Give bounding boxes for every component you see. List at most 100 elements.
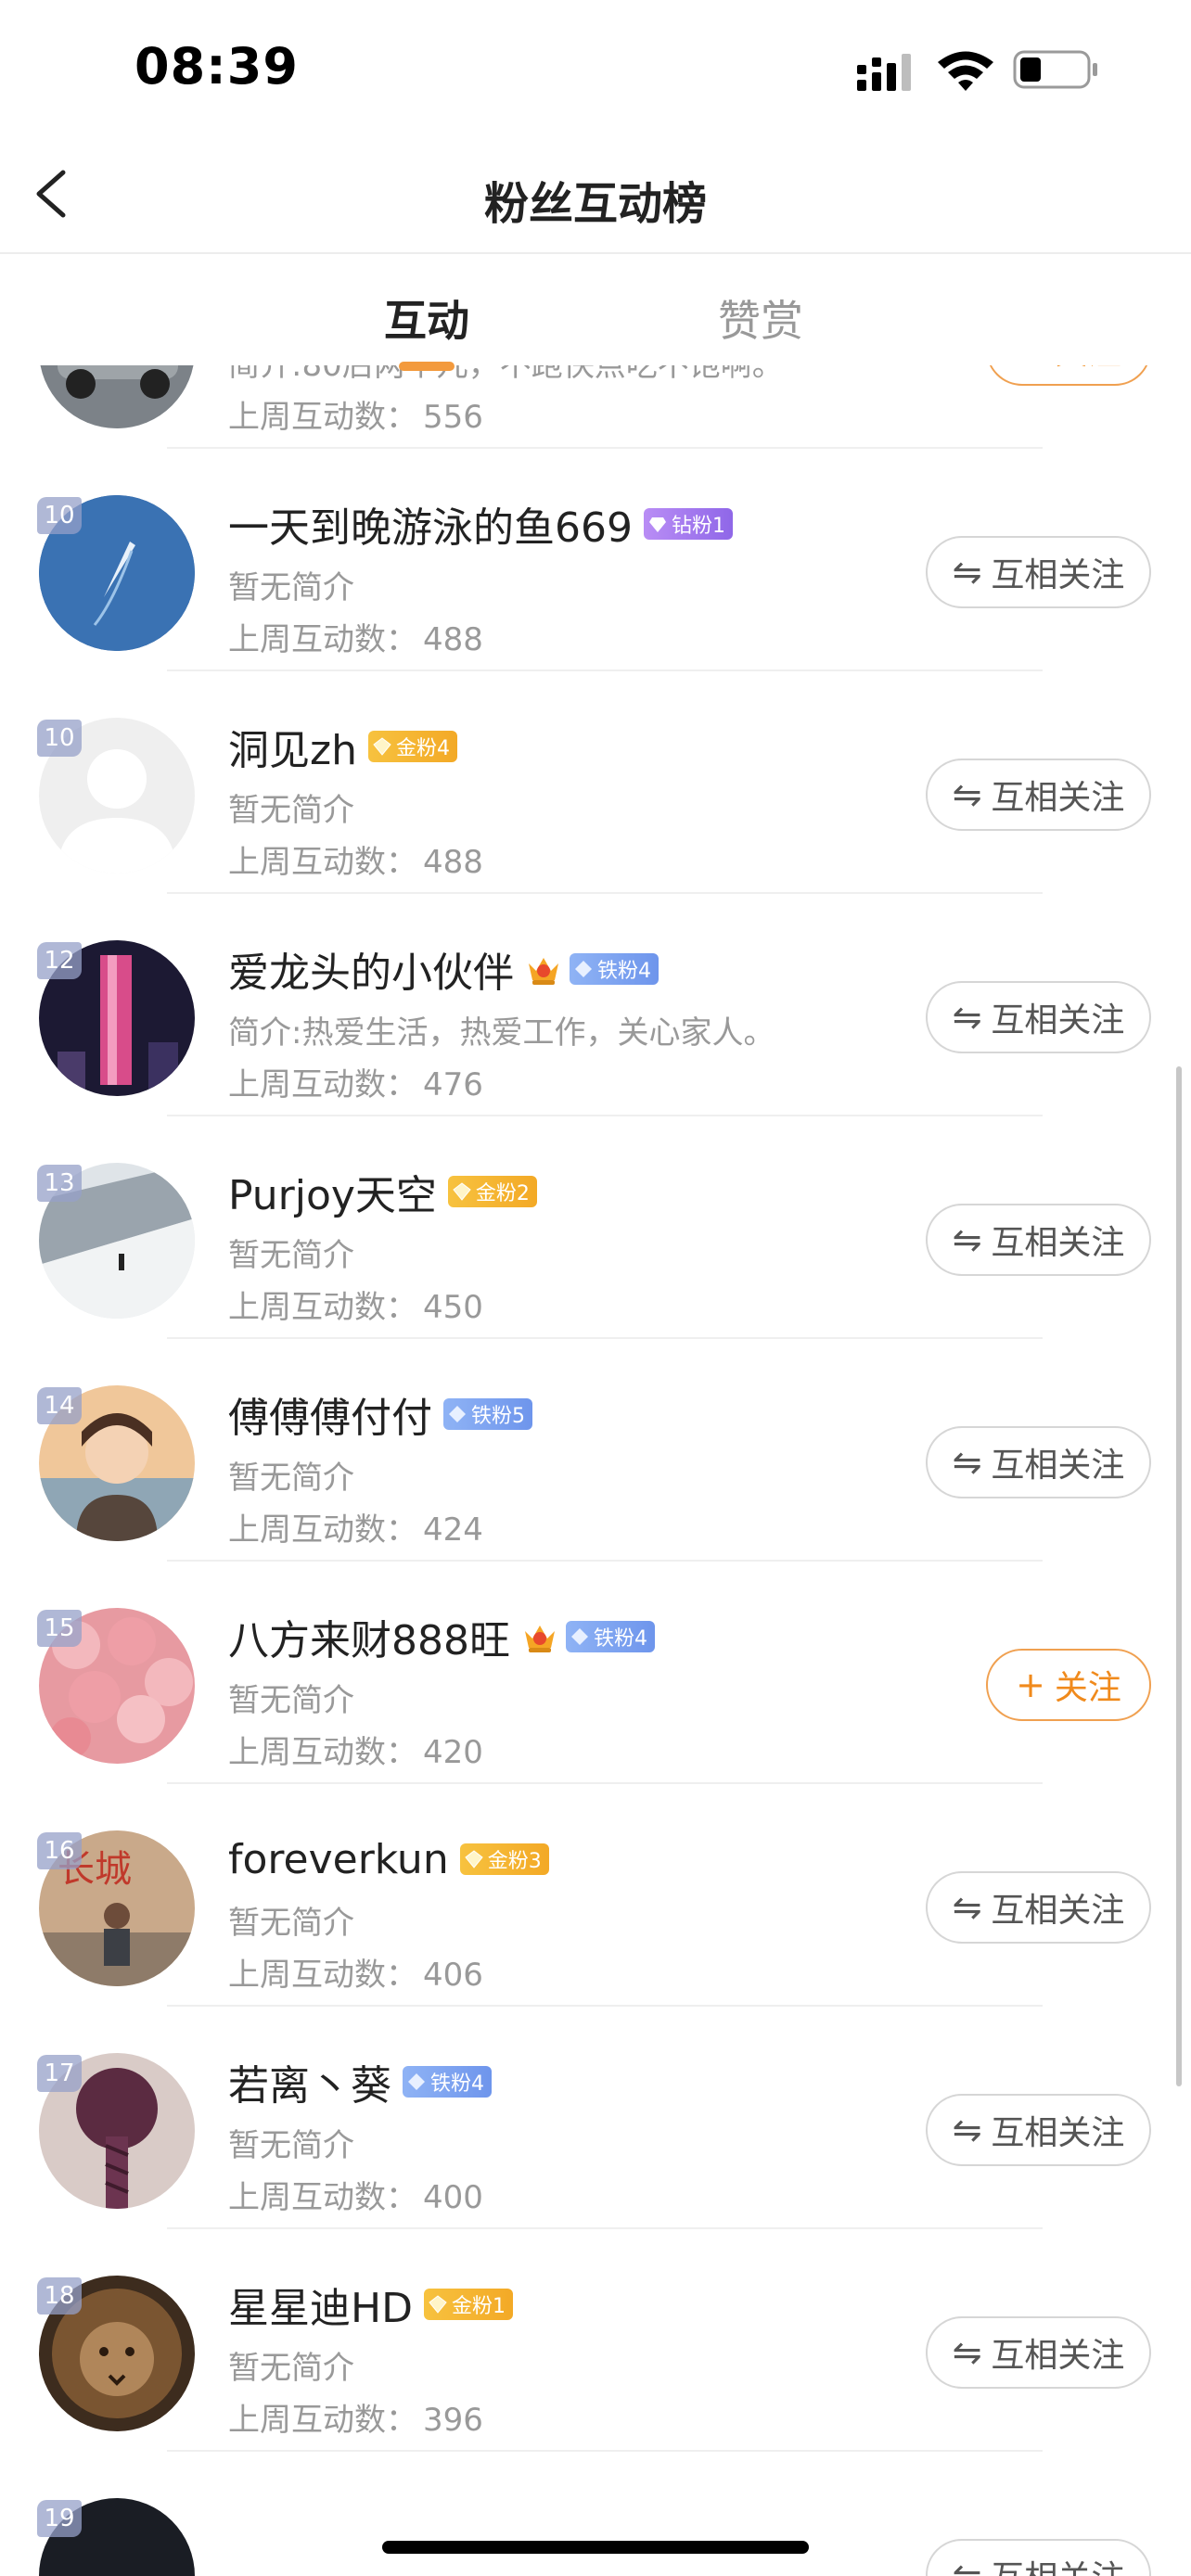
user-name[interactable]: 爱龙头的小伙伴 bbox=[228, 939, 514, 999]
rank-badge: 10 bbox=[37, 720, 82, 757]
mutual-follow-button[interactable]: ⇋互相关注 bbox=[926, 2316, 1151, 2389]
fan-list-item[interactable]: 9杨哥快跑900金粉简介:80后两个儿，不跑快点吃不饱啊。上周互动数：556+关… bbox=[0, 365, 1191, 449]
iron-gem-icon bbox=[575, 961, 592, 977]
fan-level-label: 铁粉4 bbox=[593, 1627, 647, 1651]
status-time: 08:39 bbox=[134, 37, 299, 96]
tab-appreciation[interactable]: 赞赏 bbox=[718, 287, 803, 349]
mutual-follow-button[interactable]: ⇋互相关注 bbox=[926, 1871, 1151, 1944]
user-name[interactable]: 八方来财888旺 bbox=[228, 1607, 510, 1666]
follow-button[interactable]: + 关注 bbox=[986, 365, 1151, 386]
weekly-label: 上周互动数： bbox=[228, 621, 417, 658]
weekly-label: 上周互动数： bbox=[228, 844, 417, 881]
crown-icon bbox=[524, 1626, 555, 1652]
fan-list-item[interactable]: 18 星星迪HD 金粉1 暂无简介上周互动数： 396 ⇋ 互相关注 bbox=[0, 2229, 1191, 2452]
mutual-follow-button[interactable]: ⇋互相关注 bbox=[926, 2539, 1151, 2576]
rank-badge: 14 bbox=[37, 1387, 82, 1424]
rank-badge: 17 bbox=[37, 2055, 82, 2092]
weekly-interaction-count: 上周互动数： 488 bbox=[228, 836, 483, 882]
fan-level-label: 铁粉5 bbox=[471, 1405, 525, 1428]
user-name[interactable]: foreverkun bbox=[228, 1836, 449, 1883]
mutual-follow-button[interactable]: ⇋互相关注 bbox=[926, 536, 1151, 608]
fan-level-badge: 金粉4 bbox=[367, 731, 457, 762]
tab-interaction[interactable]: 互动 bbox=[384, 287, 469, 349]
follow-button[interactable]: +关注 bbox=[986, 1649, 1151, 1721]
iron-gem-icon bbox=[408, 2073, 425, 2090]
weekly-label: 上周互动数： bbox=[228, 1511, 417, 1549]
user-bio: 暂无简介 bbox=[228, 1237, 354, 1274]
weekly-interaction-count: 上周互动数： 556 bbox=[228, 391, 483, 437]
mutual-follow-button[interactable]: ⇋互相关注 bbox=[926, 2094, 1151, 2166]
user-bio: 暂无简介 bbox=[228, 2350, 354, 2387]
user-name[interactable]: 一天到晚游泳的鱼669 bbox=[228, 494, 633, 554]
scrollbar[interactable] bbox=[1176, 1066, 1182, 2086]
fan-list-item[interactable]: 14 傅傅傅付付 铁粉5 暂无简介上周互动数： 424 ⇋ 互相关注 bbox=[0, 1339, 1191, 1562]
user-name[interactable]: 洞见zh bbox=[228, 717, 357, 776]
user-bio: 暂无简介 bbox=[228, 792, 354, 829]
weekly-value: 424 bbox=[423, 1511, 483, 1549]
rank-badge: 15 bbox=[37, 1610, 82, 1647]
mutual-follow-label: 互相关注 bbox=[991, 2114, 1125, 2152]
fan-level-badge: 铁粉5 bbox=[443, 1398, 532, 1430]
rank-badge: 19 bbox=[37, 2500, 82, 2537]
fan-level-label: 铁粉4 bbox=[597, 960, 651, 983]
name-row: Purjoy天空 金粉2 bbox=[228, 1163, 537, 1220]
mutual-follow-button[interactable]: ⇋互相关注 bbox=[926, 981, 1151, 1053]
mutual-follow-label: 互相关注 bbox=[991, 2337, 1125, 2375]
user-bio: 暂无简介 bbox=[228, 2127, 354, 2164]
weekly-interaction-count: 上周互动数： 400 bbox=[228, 2172, 483, 2217]
gold-gem-icon bbox=[429, 2295, 447, 2314]
mutual-follow-label: 互相关注 bbox=[991, 1224, 1125, 1262]
user-bio: 暂无简介 bbox=[228, 1460, 354, 1497]
mutual-arrows-icon: ⇋ bbox=[952, 2332, 982, 2373]
fan-ranking-list[interactable]: 9杨哥快跑900金粉简介:80后两个儿，不跑快点吃不饱啊。上周互动数：556+关… bbox=[0, 365, 1191, 2576]
mutual-follow-label: 互相关注 bbox=[991, 1447, 1125, 1485]
user-name[interactable]: 傅傅傅付付 bbox=[228, 1384, 432, 1444]
user-bio: 简介:80后两个儿，不跑快点吃不饱啊。 bbox=[228, 365, 784, 384]
fan-list-item[interactable]: 12 爱龙头的小伙伴 铁粉4 简介:热爱生活，热爱工作，关心家人。 上周互动数： 476 ⇋… bbox=[0, 894, 1191, 1116]
rank-badge: 10 bbox=[37, 497, 82, 534]
name-row: 洞见zh 金粉4 bbox=[228, 718, 457, 775]
weekly-value: 396 bbox=[423, 2402, 483, 2439]
weekly-value: 406 bbox=[423, 1957, 483, 1994]
user-name[interactable]: 若离丶葵 bbox=[228, 2052, 391, 2111]
user-bio: 暂无简介 bbox=[228, 1682, 354, 1719]
weekly-label: 上周互动数： bbox=[228, 2402, 417, 2439]
fan-list-item[interactable]: 17 若离丶葵 铁粉4 暂无简介上周互动数： 400 ⇋ 互相关注 bbox=[0, 2007, 1191, 2229]
fan-list-item[interactable]: 长城 16 foreverkun 金粉3 暂无简介 上周互动数： 406 ⇋ 互相关注 bbox=[0, 1784, 1191, 2007]
user-bio: 简介:热爱生活，热爱工作，关心家人。 bbox=[228, 1014, 775, 1052]
home-indicator[interactable] bbox=[382, 2541, 809, 2554]
plus-icon: + bbox=[1016, 365, 1045, 370]
avatar[interactable] bbox=[39, 365, 195, 428]
rank-badge: 18 bbox=[37, 2277, 82, 2315]
weekly-label: 上周互动数： bbox=[228, 399, 417, 436]
mutual-follow-button[interactable]: ⇋互相关注 bbox=[926, 1426, 1151, 1498]
gold-gem-icon bbox=[464, 1850, 483, 1868]
mutual-follow-button[interactable]: ⇋互相关注 bbox=[926, 759, 1151, 831]
mutual-arrows-icon: ⇋ bbox=[952, 774, 982, 815]
fan-list-item[interactable]: 10 一天到晚游泳的鱼669 钻粉1 暂无简介 上周互动数： 488 ⇋ 互相关注 bbox=[0, 449, 1191, 671]
weekly-interaction-count: 上周互动数： 476 bbox=[228, 1059, 483, 1104]
user-name[interactable]: Purjoy天空 bbox=[228, 1162, 437, 1221]
mutual-arrows-icon: ⇋ bbox=[952, 1442, 982, 1483]
mutual-follow-label: 互相关注 bbox=[991, 556, 1125, 594]
weekly-label: 上周互动数： bbox=[228, 1289, 417, 1326]
weekly-value: 450 bbox=[423, 1289, 483, 1326]
weekly-interaction-count: 上周互动数： 396 bbox=[228, 2394, 483, 2440]
user-name[interactable]: 星星迪HD bbox=[228, 2275, 413, 2334]
weekly-interaction-count: 上周互动数： 450 bbox=[228, 1282, 483, 1327]
fan-list-item[interactable]: 13 Purjoy天空 金粉2 暂无简介 上周互动数： 450 ⇋ 互相关注 bbox=[0, 1116, 1191, 1339]
name-row: 星星迪HD 金粉1 bbox=[228, 2276, 513, 2333]
mutual-follow-label: 互相关注 bbox=[991, 1001, 1125, 1039]
fan-list-item[interactable]: 15 八方来财888旺 铁粉4 暂无简介 上周互动数： 420 + 关注 bbox=[0, 1562, 1191, 1784]
fan-list-item[interactable]: 10 洞见zh 金粉4 暂无简介上周互动数： 488 ⇋ 互相关注 bbox=[0, 671, 1191, 894]
battery-icon bbox=[1013, 50, 1097, 89]
follow-label: 关注 bbox=[1055, 365, 1121, 374]
name-row: 爱龙头的小伙伴 铁粉4 bbox=[228, 940, 659, 998]
fan-list-item[interactable]: 19 ⇋ 互相关注 bbox=[0, 2452, 1191, 2576]
fan-level-badge: 金粉1 bbox=[423, 2289, 513, 2320]
fan-level-badge: 铁粉4 bbox=[403, 2066, 492, 2098]
mutual-arrows-icon: ⇋ bbox=[952, 997, 982, 1038]
mutual-follow-button[interactable]: ⇋互相关注 bbox=[926, 1204, 1151, 1276]
diamond-icon bbox=[648, 517, 666, 532]
name-row: foreverkun 金粉3 bbox=[228, 1830, 549, 1888]
